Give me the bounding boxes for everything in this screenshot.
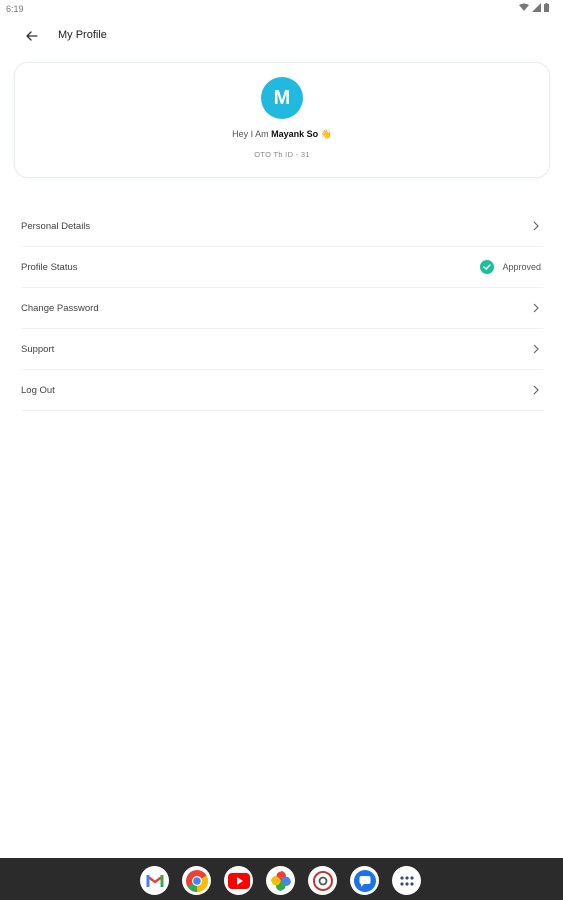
status-icons — [519, 3, 549, 12]
status-badge: Approved — [480, 260, 541, 274]
system-dock — [0, 858, 563, 900]
status-bar: 6:19 — [0, 0, 563, 18]
signal-icon — [532, 3, 541, 12]
photos-icon[interactable] — [266, 866, 295, 895]
arrow-left-icon — [26, 31, 38, 41]
wifi-icon — [519, 3, 529, 11]
messages-icon[interactable] — [350, 866, 379, 895]
profile-card: M Hey I Am Mayank So 👋 OTO Th ID - 31 — [14, 62, 550, 178]
greeting: Hey I Am Mayank So 👋 — [15, 129, 549, 140]
camera-icon[interactable] — [308, 866, 337, 895]
menu-item-support[interactable]: Support — [21, 329, 543, 370]
user-id: OTO Th ID - 31 — [254, 150, 310, 159]
user-name: Mayank So — [271, 129, 319, 139]
wave-emoji: 👋 — [320, 129, 332, 139]
chevron-right-icon — [533, 385, 539, 395]
menu-item-label: Profile Status — [21, 261, 78, 273]
status-text: Approved — [502, 262, 541, 272]
avatar: M — [261, 77, 303, 119]
profile-menu: Personal Details Profile Status Approved… — [21, 206, 543, 411]
youtube-icon[interactable] — [224, 866, 253, 895]
gmail-icon[interactable] — [140, 866, 169, 895]
status-time: 6:19 — [6, 4, 24, 14]
chevron-right-icon — [533, 221, 539, 231]
menu-item-label: Log Out — [21, 384, 55, 396]
battery-icon — [544, 3, 549, 12]
menu-item-label: Personal Details — [21, 220, 91, 232]
menu-item-label: Change Password — [21, 302, 99, 314]
back-button[interactable] — [22, 26, 42, 46]
check-circle-icon — [480, 260, 495, 274]
page-title: My Profile — [58, 29, 107, 41]
greeting-prefix: Hey I Am — [232, 129, 272, 139]
app-dock — [140, 866, 421, 895]
app-drawer-icon[interactable] — [392, 866, 421, 895]
menu-item-change-password[interactable]: Change Password — [21, 288, 543, 329]
chevron-right-icon — [533, 344, 539, 354]
menu-item-personal-details[interactable]: Personal Details — [21, 206, 543, 247]
menu-item-label: Support — [21, 343, 55, 355]
menu-item-profile-status[interactable]: Profile Status Approved — [21, 247, 543, 288]
menu-item-log-out[interactable]: Log Out — [21, 370, 543, 411]
app-bar: My Profile — [0, 22, 563, 50]
chevron-right-icon — [533, 303, 539, 313]
chrome-icon[interactable] — [182, 866, 211, 895]
